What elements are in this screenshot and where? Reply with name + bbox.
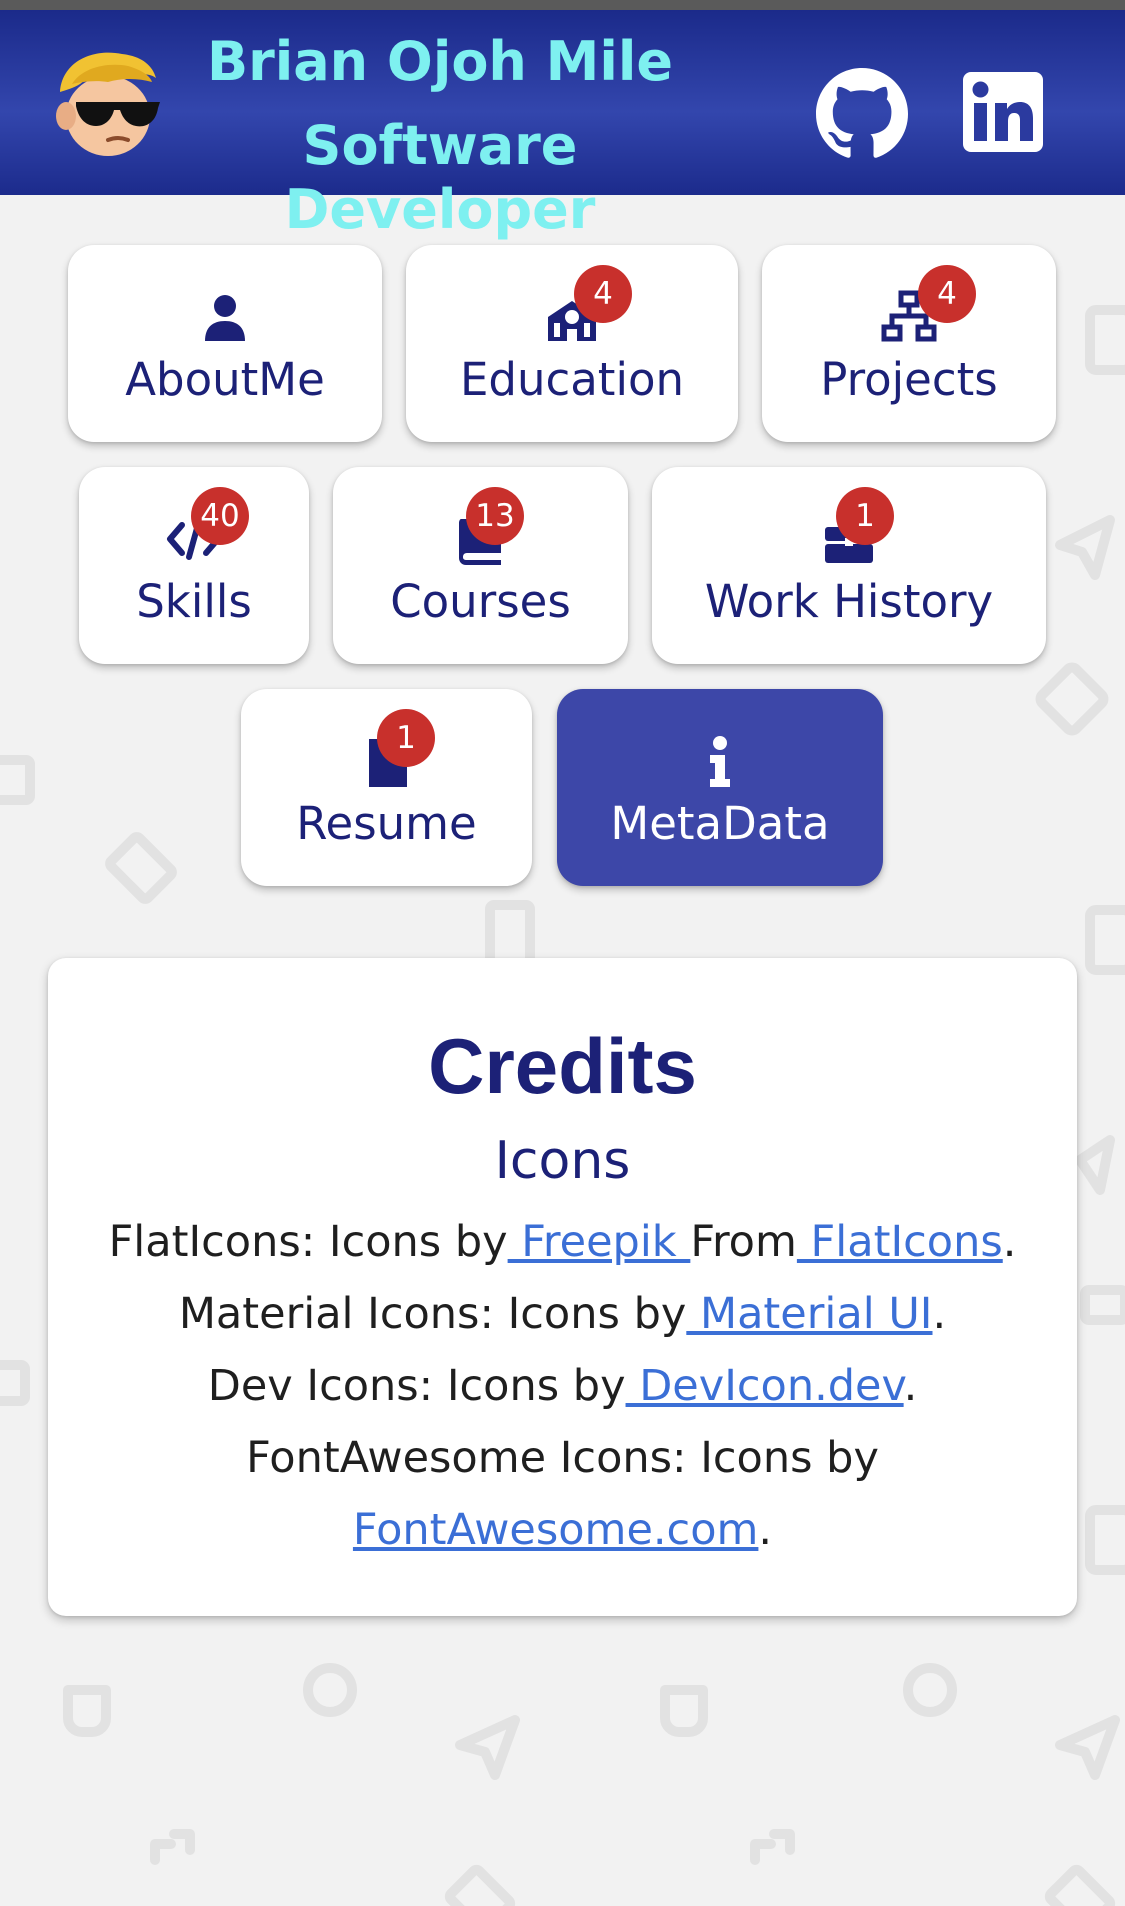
app-header: Brian Ojoh Mile Software Developer [0,10,1125,241]
fontawesome-prefix: FontAwesome Icons: Icons by [246,1433,879,1483]
flaticons-link[interactable]: FlatIcons [797,1217,1003,1267]
nav-work-history-button[interactable]: 1 Work History [652,467,1046,664]
nav-projects-button[interactable]: 4 Projects [762,245,1056,442]
linkedin-icon[interactable] [963,72,1043,152]
credits-card: Credits Icons FlatIcons: Icons by Freepi… [48,958,1077,1616]
nav-courses-button[interactable]: 13 Courses [333,467,628,664]
credit-line-material: Material Icons: Icons by Material UI. [48,1284,1077,1344]
material-ui-link[interactable]: Material UI [686,1289,933,1339]
projects-count-badge: 4 [918,265,976,323]
courses-count-badge: 13 [466,487,524,545]
flaticons-prefix: FlatIcons: Icons by [108,1217,508,1267]
education-count-badge: 4 [574,265,632,323]
nav-metadata-label: MetaData [610,797,830,850]
github-icon[interactable] [816,68,908,160]
credit-line-fontawesome: FontAwesome Icons: Icons by [48,1428,1077,1488]
developer-role: Software Developer [284,114,596,241]
credit-line-fontawesome-link: FontAwesome.com. [48,1500,1077,1560]
developer-name: Brian Ojoh Mile [206,30,674,93]
info-icon [710,736,730,787]
fontawesome-link[interactable]: FontAwesome.com [353,1505,758,1555]
credits-subtitle: Icons [494,1131,631,1191]
skills-count-badge: 40 [191,487,249,545]
nav-resume-label: Resume [296,797,477,850]
resume-count-badge: 1 [377,709,435,767]
avatar [56,52,160,156]
nav-projects-label: Projects [820,353,998,406]
nav-metadata-button[interactable]: MetaData [557,689,883,886]
material-suffix: . [932,1289,947,1339]
nav-skills-label: Skills [136,575,252,628]
nav-courses-label: Courses [390,575,571,628]
nav-work-history-label: Work History [704,575,994,628]
nav-resume-button[interactable]: 1 Resume [241,689,532,886]
credit-line-flaticons: FlatIcons: Icons by Freepik From FlatIco… [48,1212,1077,1272]
work-history-count-badge: 1 [836,487,894,545]
nav-education-label: Education [459,353,685,406]
dev-suffix: . [903,1361,918,1411]
flaticons-from: From [690,1217,797,1267]
nav-education-button[interactable]: 4 Education [406,245,738,442]
flaticons-suffix: . [1002,1217,1017,1267]
status-bar-strip [0,0,1125,10]
nav-aboutme-label: AboutMe [125,353,325,406]
dev-prefix: Dev Icons: Icons by [207,1361,626,1411]
credits-title: Credits [428,1022,697,1110]
nav-skills-button[interactable]: 40 Skills [79,467,309,664]
credit-line-dev: Dev Icons: Icons by DevIcon.dev. [48,1356,1077,1416]
material-prefix: Material Icons: Icons by [178,1289,687,1339]
devicon-link[interactable]: DevIcon.dev [626,1361,903,1411]
nav-aboutme-button[interactable]: AboutMe [68,245,382,442]
fontawesome-suffix: . [758,1505,773,1555]
person-icon [205,295,245,341]
freepik-link[interactable]: Freepik [508,1217,691,1267]
